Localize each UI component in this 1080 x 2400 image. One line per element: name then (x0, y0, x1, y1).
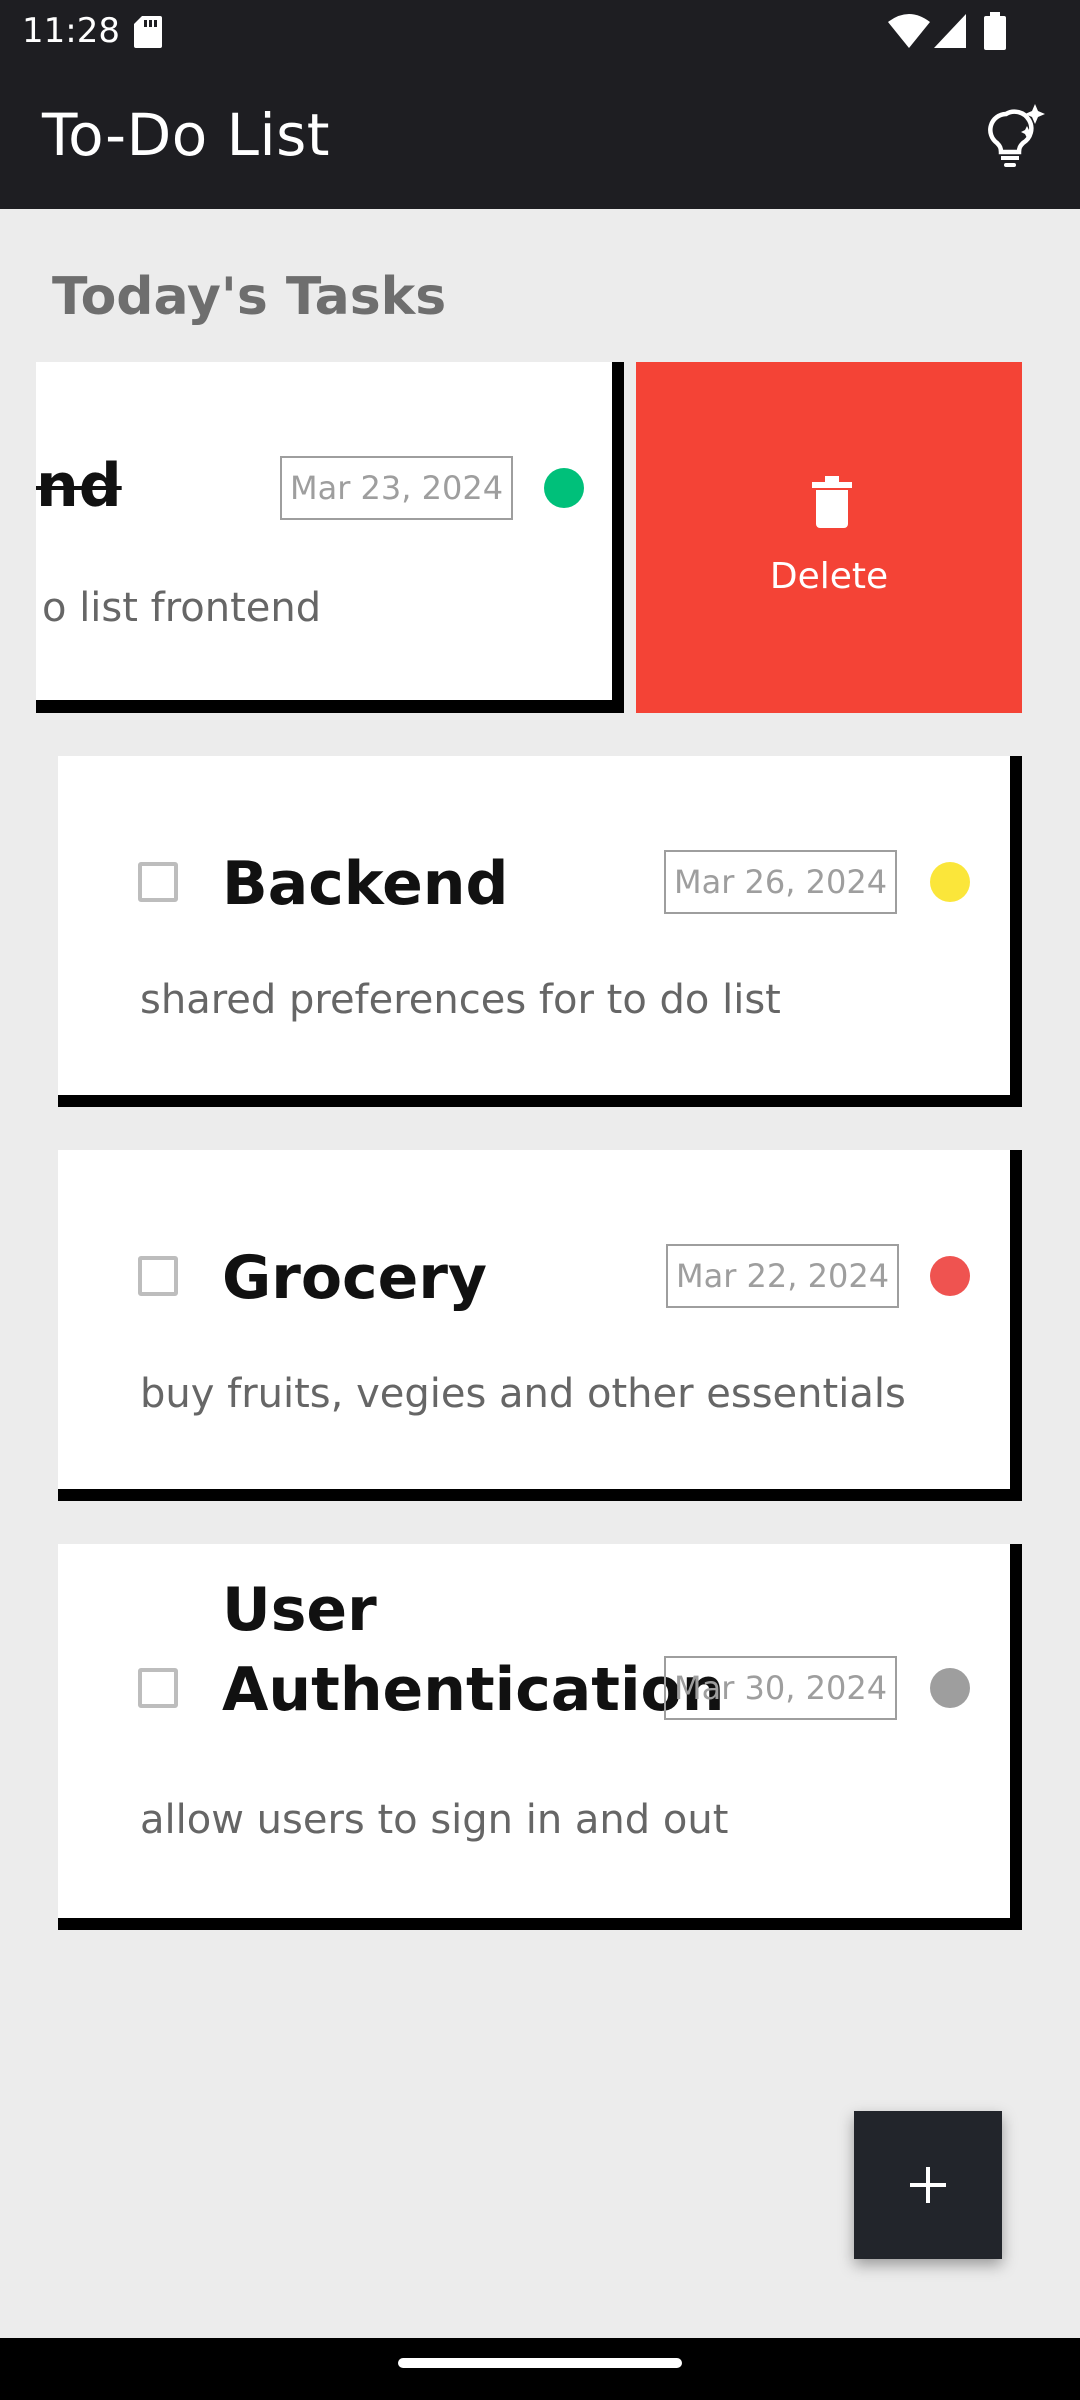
wifi-icon (888, 14, 930, 48)
priority-dot (930, 1256, 970, 1296)
task-date-chip[interactable]: Mar 26, 2024 (664, 850, 898, 914)
task-description: o list frontend (42, 585, 322, 631)
task-checkbox[interactable] (138, 862, 178, 902)
task-description: shared preferences for to do list (140, 977, 781, 1023)
priority-dot (930, 1668, 970, 1708)
home-indicator[interactable] (398, 2358, 682, 2368)
status-bar: 11:28 (0, 0, 1080, 62)
task-card[interactable]: Backend Mar 26, 2024 shared preferences … (58, 756, 1022, 1107)
delete-button[interactable]: Delete (636, 362, 1022, 713)
task-description: allow users to sign in and out (140, 1797, 729, 1843)
trash-icon (812, 476, 852, 528)
cell-signal-icon (934, 14, 966, 48)
task-checkbox[interactable] (138, 1256, 178, 1296)
app-title: To-Do List (42, 101, 331, 169)
task-date-chip[interactable]: Mar 30, 2024 (664, 1656, 898, 1720)
lightbulb-button[interactable] (980, 102, 1050, 172)
task-title-line1: User (222, 1575, 377, 1645)
task-title-line2: Authentication (222, 1655, 725, 1725)
plus-icon (910, 2167, 946, 2203)
task-card[interactable]: Grocery Mar 22, 2024 buy fruits, vegies … (58, 1150, 1022, 1501)
app-bar: To-Do List (0, 62, 1080, 209)
task-card-swiped[interactable]: nd Mar 23, 2024 o list frontend (36, 362, 624, 713)
task-title-strikethrough: nd (36, 451, 122, 521)
task-date-chip[interactable]: Mar 23, 2024 (280, 456, 514, 520)
priority-dot (544, 468, 584, 508)
task-title: Grocery (222, 1243, 488, 1313)
navigation-bar (0, 2338, 1080, 2400)
status-time: 11:28 (22, 11, 120, 51)
task-card[interactable]: User Authentication Mar 30, 2024 allow u… (58, 1544, 1022, 1930)
task-title: Backend (222, 849, 509, 919)
section-title: Today's Tasks (52, 267, 447, 327)
task-checkbox[interactable] (138, 1668, 178, 1708)
delete-label: Delete (769, 556, 889, 597)
battery-icon (984, 12, 1006, 50)
lightbulb-sparkle-icon (988, 104, 1045, 167)
task-date-chip[interactable]: Mar 22, 2024 (666, 1244, 900, 1308)
sd-card-icon (134, 16, 162, 48)
add-task-button[interactable] (854, 2111, 1002, 2259)
task-description: buy fruits, vegies and other essentials (140, 1371, 906, 1417)
swiped-task-row[interactable]: Delete nd Mar 23, 2024 o list frontend (36, 362, 1022, 713)
priority-dot (930, 862, 970, 902)
